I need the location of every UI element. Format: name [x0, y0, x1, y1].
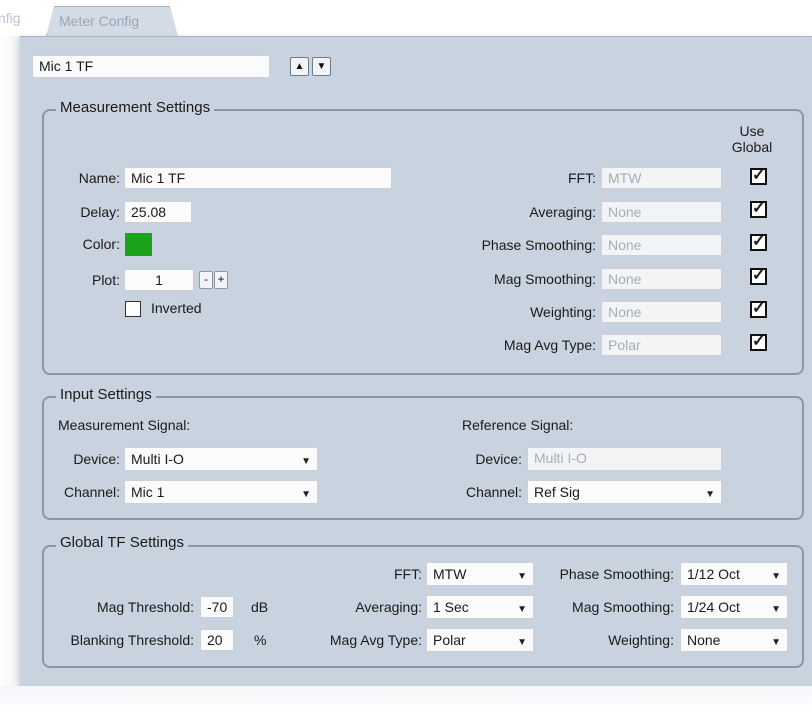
fft-use-global-checkbox[interactable]: ✓: [750, 168, 767, 185]
global-averaging-dropdown[interactable]: 1 Sec ▼: [426, 595, 534, 619]
mag-avg-type-label: Mag Avg Type:: [503, 337, 596, 353]
global-phase-smoothing-dropdown[interactable]: 1/12 Oct ▼: [680, 562, 788, 586]
global-mag-avg-type-dropdown[interactable]: Polar ▼: [426, 628, 534, 652]
averaging-value: None: [601, 201, 722, 223]
inverted-checkbox[interactable]: [125, 301, 141, 317]
reference-signal-label: Reference Signal:: [462, 417, 574, 433]
fft-value: MTW: [601, 167, 722, 189]
move-down-button[interactable]: ▼: [312, 57, 331, 76]
phase-smoothing-value: None: [601, 234, 722, 256]
blanking-threshold-unit: %: [254, 632, 267, 648]
mag-threshold-unit: dB: [251, 599, 269, 615]
phase-smoothing-label: Phase Smoothing:: [481, 237, 596, 253]
global-averaging-value: 1 Sec: [433, 599, 469, 615]
fft-label: FFT:: [568, 170, 596, 186]
chevron-down-icon: ▼: [771, 637, 781, 648]
tab-meter-config[interactable]: Meter Config: [46, 6, 178, 36]
bottom-edge-fade: [0, 686, 812, 712]
global-averaging-label: Averaging:: [355, 599, 422, 615]
mag-smoothing-use-global-checkbox[interactable]: ✓: [750, 268, 767, 285]
measurement-settings-title: Measurement Settings: [56, 99, 215, 117]
name-label: Name:: [78, 170, 120, 186]
mag-avg-type-value: Polar: [601, 334, 722, 356]
meter-config-panel: Mic 1 TF ▲ ▼ Measurement Settings Use Gl…: [20, 36, 812, 687]
global-mag-smoothing-value: 1/24 Oct: [687, 599, 740, 615]
global-phase-smoothing-label: Phase Smoothing:: [559, 566, 674, 582]
tab-previous-label: nfig: [0, 10, 21, 26]
global-weighting-label: Weighting:: [608, 632, 674, 648]
delay-label: Delay:: [80, 204, 120, 220]
global-weighting-dropdown[interactable]: None ▼: [680, 628, 788, 652]
global-tf-settings-title: Global TF Settings: [56, 534, 188, 552]
measurement-signal-label: Measurement Signal:: [58, 417, 191, 433]
global-mag-avg-type-value: Polar: [433, 632, 466, 648]
weighting-label: Weighting:: [530, 304, 596, 320]
meas-channel-dropdown[interactable]: Mic 1 ▼: [124, 480, 318, 504]
phase-smoothing-use-global-checkbox[interactable]: ✓: [750, 234, 767, 251]
weighting-use-global-checkbox[interactable]: ✓: [750, 301, 767, 318]
chevron-down-icon: ▼: [301, 456, 311, 467]
chevron-down-icon: ▼: [301, 489, 311, 500]
use-global-header: Use Global: [728, 123, 776, 155]
averaging-label: Averaging:: [529, 204, 596, 220]
arrow-down-icon: ▼: [316, 61, 327, 72]
global-mag-smoothing-dropdown[interactable]: 1/24 Oct ▼: [680, 595, 788, 619]
blanking-threshold-label: Blanking Threshold:: [70, 632, 194, 648]
mag-smoothing-label: Mag Smoothing:: [494, 271, 596, 287]
chevron-down-icon: ▼: [771, 604, 781, 615]
global-mag-avg-type-label: Mag Avg Type:: [329, 632, 422, 648]
ref-channel-dropdown[interactable]: Ref Sig ▼: [527, 480, 722, 504]
weighting-value: None: [601, 301, 722, 323]
tab-strip: nfig Meter Config: [0, 0, 812, 40]
ref-device-label: Device:: [475, 451, 522, 467]
meas-channel-value: Mic 1: [131, 484, 165, 500]
meas-device-dropdown[interactable]: Multi I-O ▼: [124, 447, 318, 471]
plot-decrement-button[interactable]: -: [199, 271, 213, 289]
global-fft-label: FFT:: [394, 566, 422, 582]
ref-device-value: Multi I-O: [527, 447, 722, 471]
mag-smoothing-value: None: [601, 268, 722, 290]
plot-label: Plot:: [91, 272, 120, 288]
global-phase-smoothing-value: 1/12 Oct: [687, 566, 740, 582]
ref-channel-label: Channel:: [465, 484, 522, 500]
meas-device-value: Multi I-O: [131, 451, 184, 467]
plot-increment-button[interactable]: +: [214, 271, 228, 289]
ref-channel-value: Ref Sig: [534, 484, 580, 500]
input-settings-title: Input Settings: [56, 386, 156, 404]
use-global-header-line2: Global: [731, 139, 773, 155]
measurement-name-input[interactable]: Mic 1 TF: [32, 55, 270, 78]
arrow-up-icon: ▲: [294, 61, 305, 72]
mag-threshold-label: Mag Threshold:: [96, 599, 194, 615]
color-swatch[interactable]: [125, 233, 152, 256]
left-edge-fade: [0, 36, 20, 686]
global-mag-smoothing-label: Mag Smoothing:: [572, 599, 674, 615]
plot-input[interactable]: 1: [124, 269, 194, 291]
blanking-threshold-input[interactable]: 20: [200, 629, 234, 651]
chevron-down-icon: ▼: [517, 604, 527, 615]
mag-avg-type-use-global-checkbox[interactable]: ✓: [750, 334, 767, 351]
mag-threshold-input[interactable]: -70: [200, 596, 234, 618]
chevron-down-icon: ▼: [771, 571, 781, 582]
chevron-down-icon: ▼: [517, 637, 527, 648]
chevron-down-icon: ▼: [517, 571, 527, 582]
inverted-label: Inverted: [151, 300, 202, 316]
use-global-header-line1: Use: [739, 123, 765, 139]
meas-device-label: Device:: [73, 451, 120, 467]
meas-channel-label: Channel:: [63, 484, 120, 500]
chevron-down-icon: ▼: [705, 489, 715, 500]
delay-input[interactable]: 25.08: [124, 201, 192, 223]
global-fft-value: MTW: [433, 566, 467, 582]
tab-meter-config-label: Meter Config: [59, 13, 140, 29]
move-up-button[interactable]: ▲: [290, 57, 309, 76]
color-label: Color:: [82, 236, 120, 252]
tab-previous[interactable]: nfig: [0, 10, 21, 36]
name-input[interactable]: Mic 1 TF: [124, 167, 392, 189]
global-weighting-value: None: [687, 632, 721, 648]
averaging-use-global-checkbox[interactable]: ✓: [750, 201, 767, 218]
global-fft-dropdown[interactable]: MTW ▼: [426, 562, 534, 586]
